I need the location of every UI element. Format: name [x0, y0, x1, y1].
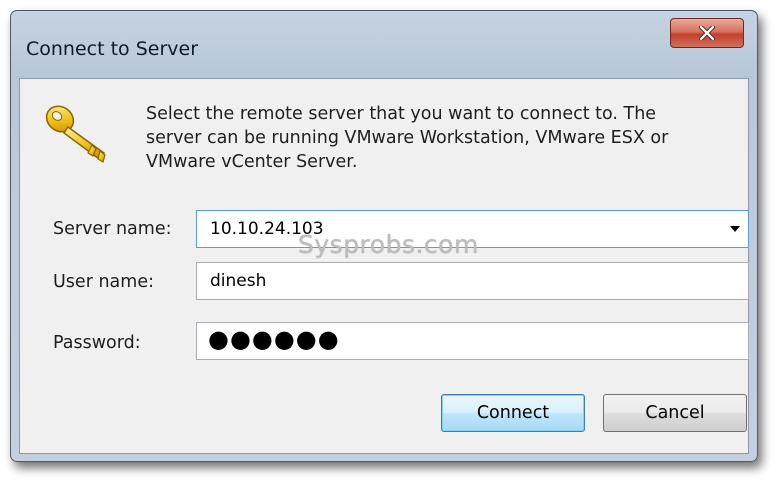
password-label: Password: [53, 333, 141, 353]
user-name-input[interactable]: dinesh [196, 262, 749, 300]
description-line: server can be running VMware Workstation… [146, 128, 669, 148]
password-input[interactable]: ●●●●●● [196, 322, 749, 360]
key-icon [45, 105, 106, 163]
description-line: Select the remote server that you want t… [146, 104, 657, 124]
connect-button[interactable]: Connect [441, 394, 585, 432]
description-line: VMware vCenter Server. [146, 152, 358, 172]
dropdown-arrow-icon[interactable] [730, 226, 740, 232]
user-name-value: dinesh [210, 271, 267, 291]
close-button[interactable] [670, 18, 744, 48]
password-masked-value: ●●●●●● [208, 325, 340, 353]
watermark-text: Sysprobs.com [298, 230, 479, 259]
title-bar[interactable]: Connect to Server [11, 11, 757, 79]
cancel-button[interactable]: Cancel [603, 394, 747, 432]
dialog-description: Select the remote server that you want t… [146, 102, 736, 174]
server-name-label: Server name: [53, 219, 172, 239]
user-name-label: User name: [53, 272, 154, 292]
window-title: Connect to Server [26, 38, 199, 60]
dialog-body: Select the remote server that you want t… [19, 78, 749, 454]
close-x-icon [699, 26, 715, 40]
